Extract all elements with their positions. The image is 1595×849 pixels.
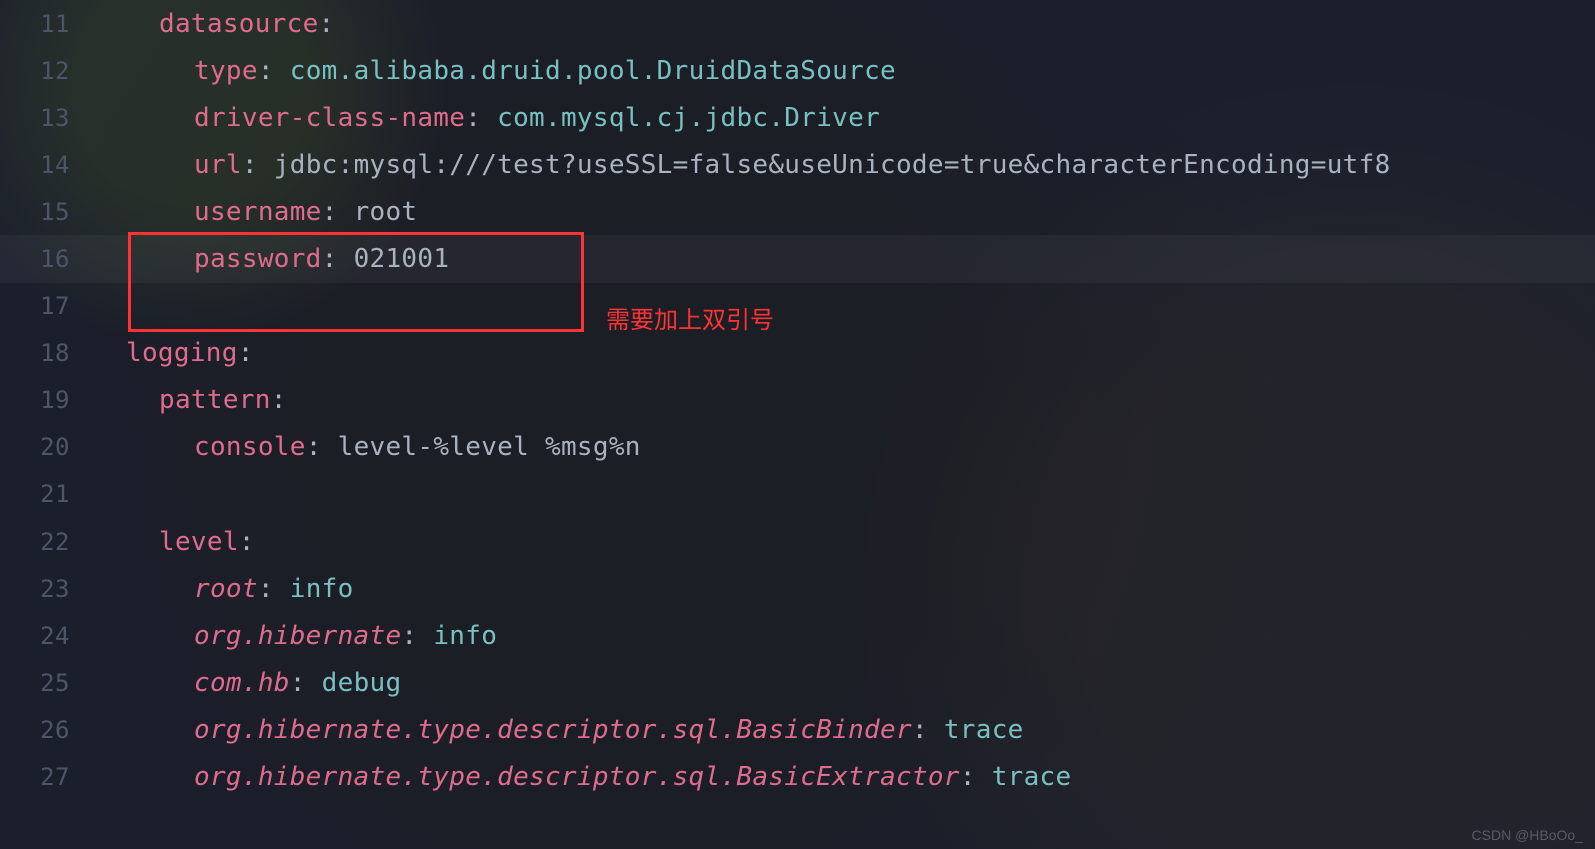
code-line[interactable]: 14url: jdbc:mysql:///test?useSSL=false&u… xyxy=(0,141,1595,188)
code-line[interactable]: 19pattern: xyxy=(0,377,1595,424)
token-str: info xyxy=(433,621,497,651)
code-line[interactable]: 24org.hibernate: info xyxy=(0,612,1595,659)
token-punc: : xyxy=(960,762,992,792)
code-line[interactable]: 26 org.hibernate.type.descriptor.sql.Basi… xyxy=(0,706,1595,753)
token-punc: : xyxy=(239,527,255,557)
line-number: 20 xyxy=(0,433,94,461)
token-val: root xyxy=(354,197,418,227)
annotation-label: 需要加上双引号 xyxy=(606,300,774,335)
token-punc: : xyxy=(319,9,335,39)
line-content[interactable]: root: info xyxy=(94,574,1595,604)
line-content[interactable]: org.hibernate.type.descriptor.sql.BasicB… xyxy=(94,715,1595,745)
token-str: trace xyxy=(944,715,1024,745)
token-key: console xyxy=(194,432,306,462)
line-number: 15 xyxy=(0,198,94,226)
token-key-italic: org.hibernate.type.descriptor.sql.BasicE… xyxy=(194,762,960,792)
line-content[interactable]: console: level-%level %msg%n xyxy=(94,432,1595,462)
line-content[interactable]: type: com.alibaba.druid.pool.DruidDataSo… xyxy=(94,56,1595,86)
line-number: 27 xyxy=(0,763,94,791)
token-key: driver-class-name xyxy=(194,103,465,133)
line-number: 16 xyxy=(0,245,94,273)
code-line[interactable]: 13driver-class-name: com.mysql.cj.jdbc.D… xyxy=(0,94,1595,141)
token-key: pattern xyxy=(159,385,271,415)
line-number: 21 xyxy=(0,480,94,508)
token-punc: : xyxy=(465,103,497,133)
token-key: logging xyxy=(126,338,238,368)
watermark: CSDN @HBoOo_ xyxy=(1472,827,1583,843)
token-val: level-%level %msg%n xyxy=(338,432,641,462)
token-punc: : xyxy=(912,715,944,745)
token-punc: : xyxy=(238,338,254,368)
token-punc: : xyxy=(401,621,433,651)
line-number: 11 xyxy=(0,10,94,38)
token-key: datasource xyxy=(159,9,319,39)
token-str: trace xyxy=(992,762,1072,792)
line-content[interactable]: level: xyxy=(94,527,1595,557)
code-line[interactable]: 11datasource: xyxy=(0,0,1595,47)
token-key-italic: root xyxy=(194,574,258,604)
line-number: 13 xyxy=(0,104,94,132)
line-content[interactable]: logging: xyxy=(94,338,1595,368)
code-line[interactable]: 22level: xyxy=(0,518,1595,565)
token-punc: : xyxy=(306,432,338,462)
token-key-italic: org.hibernate xyxy=(194,621,401,651)
line-content[interactable]: password: 021001 xyxy=(94,244,1595,274)
token-punc: : xyxy=(258,574,290,604)
line-content[interactable]: org.hibernate.type.descriptor.sql.BasicE… xyxy=(94,762,1595,792)
token-punc: : xyxy=(290,668,322,698)
code-container: 11datasource:12type: com.alibaba.druid.p… xyxy=(0,0,1595,849)
line-number: 24 xyxy=(0,622,94,650)
token-str: com.alibaba.druid.pool.DruidDataSource xyxy=(290,56,896,86)
code-line[interactable]: 16password: 021001 xyxy=(0,235,1595,282)
code-line[interactable]: 21 xyxy=(0,471,1595,518)
line-number: 26 xyxy=(0,716,94,744)
line-content[interactable]: pattern: xyxy=(94,385,1595,415)
line-content[interactable]: username: root xyxy=(94,197,1595,227)
token-punc: : xyxy=(258,56,290,86)
line-content[interactable]: org.hibernate: info xyxy=(94,621,1595,651)
token-key: username xyxy=(194,197,322,227)
token-key: url xyxy=(194,150,242,180)
line-number: 22 xyxy=(0,528,94,556)
token-key-italic: org.hibernate.type.descriptor.sql.BasicB… xyxy=(194,715,912,745)
code-line[interactable]: 15username: root xyxy=(0,188,1595,235)
token-key-italic: com.hb xyxy=(194,668,290,698)
line-number: 17 xyxy=(0,292,94,320)
code-editor[interactable]: 11datasource:12type: com.alibaba.druid.p… xyxy=(0,0,1595,849)
token-punc: : xyxy=(322,197,354,227)
line-content[interactable]: url: jdbc:mysql:///test?useSSL=false&use… xyxy=(94,150,1595,180)
token-punc: : xyxy=(322,244,354,274)
code-line[interactable]: 23root: info xyxy=(0,565,1595,612)
line-number: 25 xyxy=(0,669,94,697)
token-key: type xyxy=(194,56,258,86)
token-str: info xyxy=(290,574,354,604)
code-line[interactable]: 20console: level-%level %msg%n xyxy=(0,424,1595,471)
line-number: 18 xyxy=(0,339,94,367)
token-key: level xyxy=(159,527,239,557)
code-line[interactable]: 25com.hb: debug xyxy=(0,659,1595,706)
token-key: password xyxy=(194,244,322,274)
token-punc: : xyxy=(242,150,274,180)
line-content[interactable]: driver-class-name: com.mysql.cj.jdbc.Dri… xyxy=(94,103,1595,133)
code-line[interactable]: 17 xyxy=(0,283,1595,330)
line-number: 14 xyxy=(0,151,94,179)
line-content[interactable]: datasource: xyxy=(94,9,1595,39)
line-number: 19 xyxy=(0,386,94,414)
line-number: 12 xyxy=(0,57,94,85)
token-val: jdbc:mysql:///test?useSSL=false&useUnico… xyxy=(274,150,1391,180)
line-content[interactable]: com.hb: debug xyxy=(94,668,1595,698)
line-number: 23 xyxy=(0,575,94,603)
token-punc: : xyxy=(271,385,287,415)
code-line[interactable]: 18logging: xyxy=(0,330,1595,377)
token-str: com.mysql.cj.jdbc.Driver xyxy=(497,103,880,133)
token-str: debug xyxy=(322,668,402,698)
code-line[interactable]: 12type: com.alibaba.druid.pool.DruidData… xyxy=(0,47,1595,94)
code-line[interactable]: 27 org.hibernate.type.descriptor.sql.Basi… xyxy=(0,754,1595,801)
token-val: 021001 xyxy=(354,244,450,274)
